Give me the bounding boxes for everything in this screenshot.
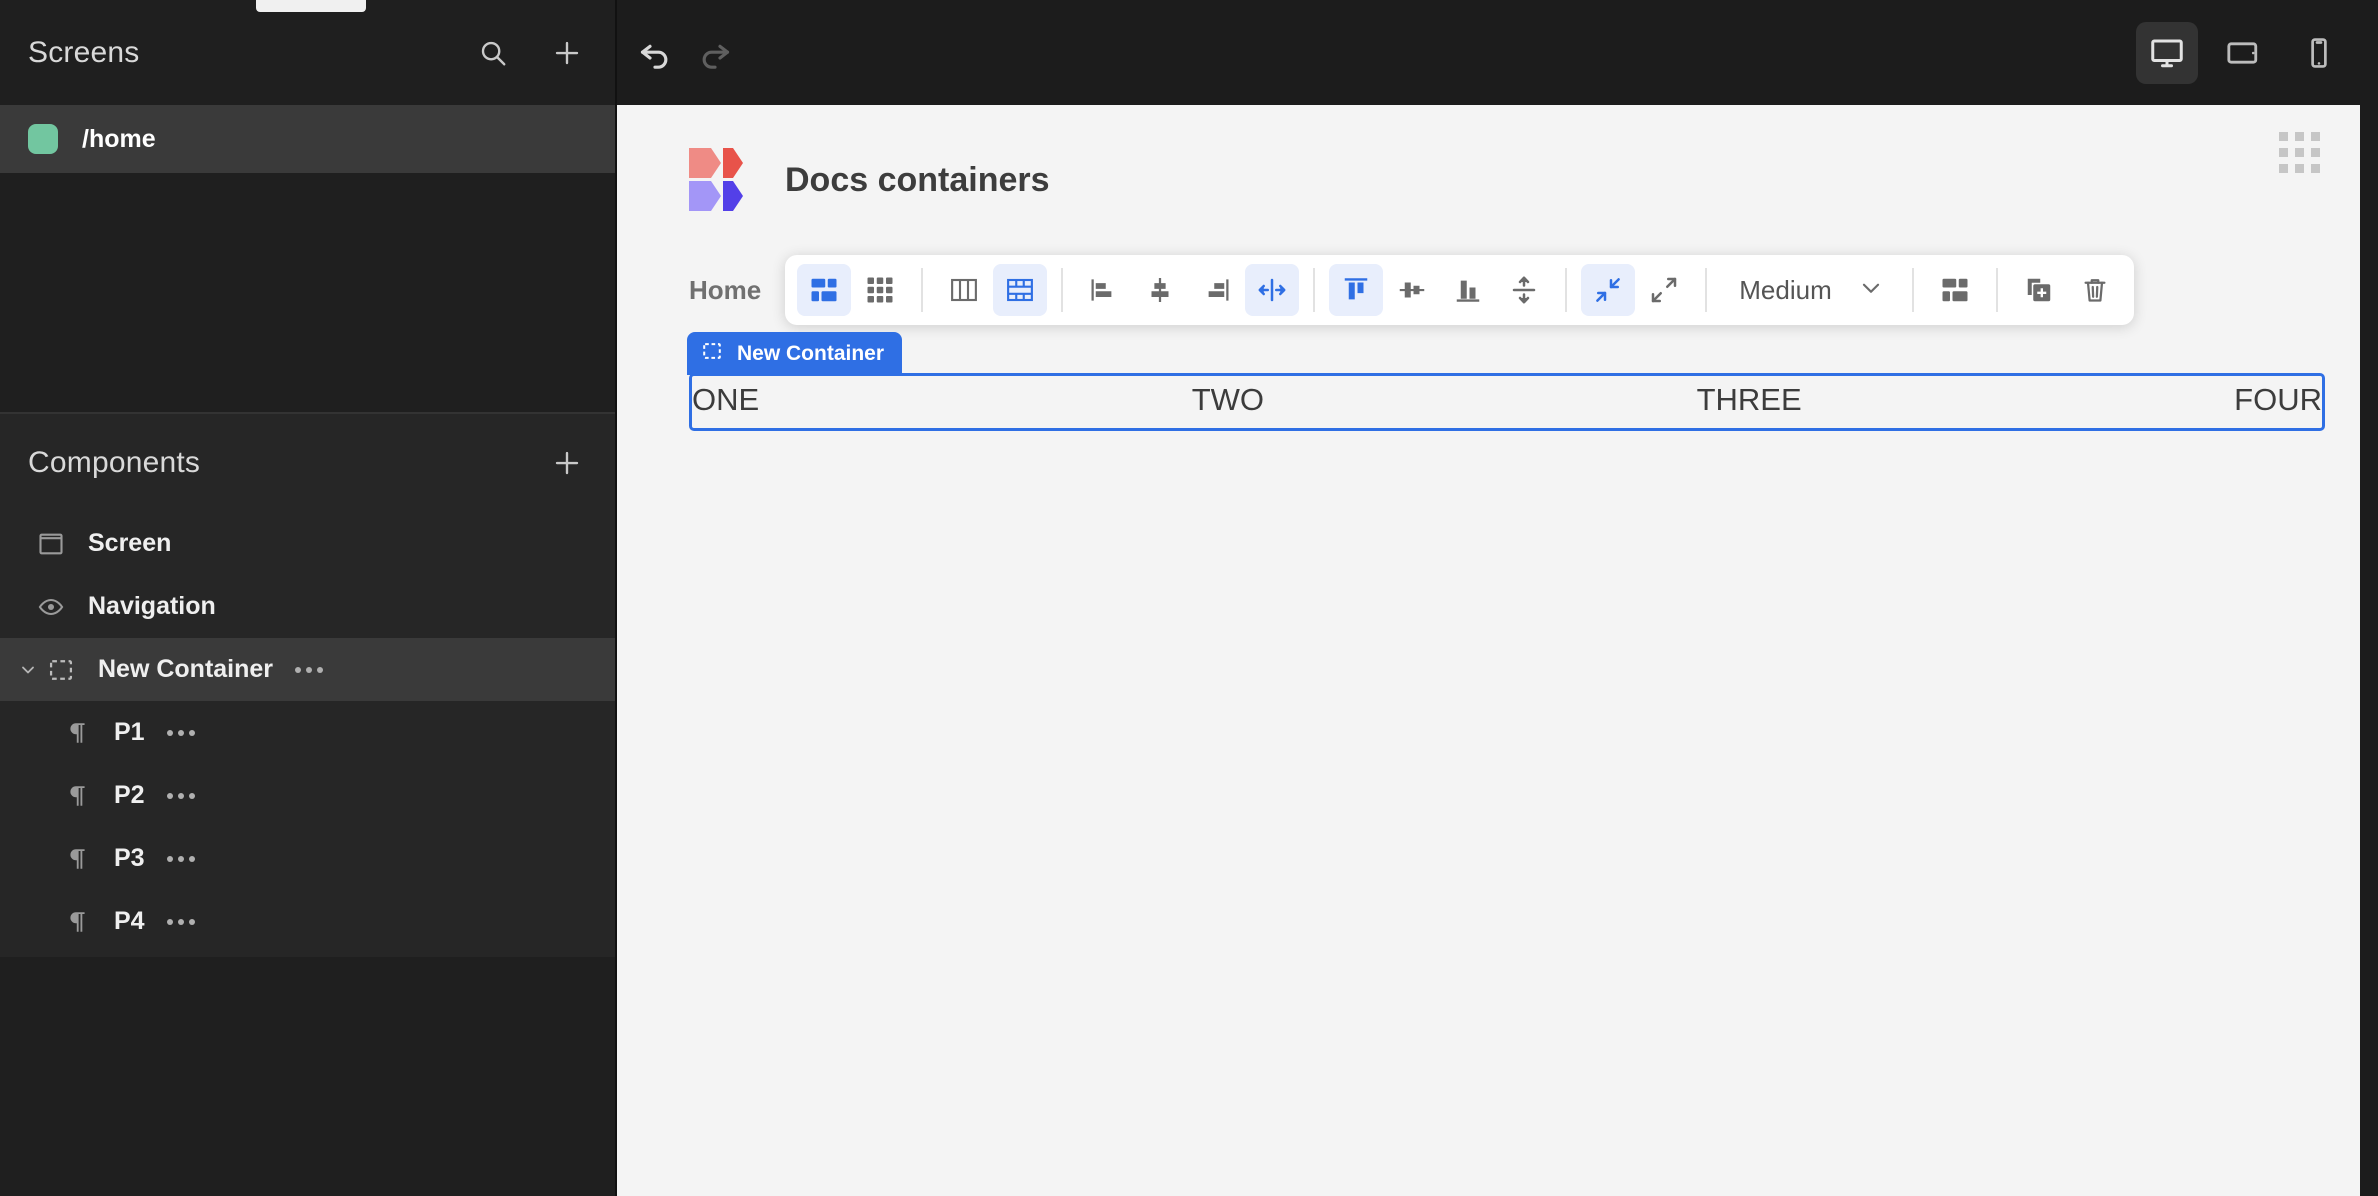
desktop-view-button[interactable]: [2136, 21, 2198, 84]
design-canvas[interactable]: Docs containers Home Medium New Containe…: [617, 105, 2360, 1196]
toolbar-separator: [1911, 268, 1914, 312]
justify-start-button[interactable]: [1077, 264, 1131, 316]
tree-item-label: P4: [114, 907, 145, 935]
app-brand: Docs containers: [617, 105, 2360, 213]
search-icon[interactable]: [473, 33, 513, 73]
page-title: Docs containers: [785, 160, 1050, 199]
toolbar-separator: [1061, 268, 1064, 312]
grid-dots-icon[interactable]: [2279, 132, 2320, 173]
toolbar-row: Home Medium: [617, 213, 2360, 325]
chevron-down-icon: [1858, 275, 1884, 306]
layout-toolbar: Medium: [785, 255, 2134, 325]
align-top-button[interactable]: [1329, 264, 1384, 316]
window-tab-indicator: [256, 0, 366, 12]
main-area: Docs containers Home Medium New Containe…: [617, 0, 2378, 1196]
components-panel: Components Screen Navigation New Contain…: [0, 414, 615, 957]
justify-center-button[interactable]: [1133, 264, 1187, 316]
spacing-size-value: Medium: [1739, 274, 1832, 305]
screen-status-dot: [28, 124, 58, 154]
justify-space-between-button[interactable]: [1245, 264, 1300, 316]
paragraph-icon: [60, 779, 94, 813]
component-tree: Screen Navigation New Container P1 P2 P3…: [0, 512, 615, 957]
paragraph-icon: [60, 842, 94, 876]
tree-item-label: New Container: [98, 655, 274, 683]
redo-icon[interactable]: [695, 33, 735, 73]
sidebar-item-home[interactable]: /home: [0, 105, 615, 173]
tree-item-menu-icon[interactable]: [166, 729, 195, 736]
layout-grid-button[interactable]: [853, 264, 907, 316]
screen-icon: [34, 527, 68, 561]
undo-icon[interactable]: [635, 33, 675, 73]
list-item[interactable]: FOUR: [2234, 376, 2322, 424]
selected-container[interactable]: New Container ONE TWO THREE FOUR: [687, 332, 2325, 431]
screens-list: /home: [0, 105, 615, 173]
add-screen-plus-icon[interactable]: [547, 33, 587, 73]
tablet-view-button[interactable]: [2212, 22, 2274, 84]
breadcrumb: Home: [689, 274, 762, 305]
container-children: ONE TWO THREE FOUR: [689, 373, 2325, 431]
canvas-wrapper: Docs containers Home Medium New Containe…: [617, 105, 2378, 1196]
sidebar-empty-space: [0, 957, 615, 1196]
tree-item-label: P3: [114, 844, 145, 872]
selection-badge[interactable]: New Container: [687, 332, 903, 375]
component-layout-button[interactable]: [1928, 264, 1982, 316]
delete-button[interactable]: [2068, 264, 2122, 316]
add-component-plus-icon[interactable]: [547, 443, 587, 483]
spacing-size-select[interactable]: Medium: [1721, 264, 1897, 316]
tree-item-p3[interactable]: P3: [0, 827, 615, 890]
list-item[interactable]: THREE: [1697, 376, 1802, 424]
tree-item-label: P2: [114, 781, 145, 809]
container-icon: [44, 653, 78, 687]
toolbar-separator: [921, 268, 924, 312]
tree-item-p2[interactable]: P2: [0, 764, 615, 827]
toolbar-separator: [1313, 268, 1316, 312]
screens-panel-header: Screens: [0, 0, 615, 105]
app-root: Screens /home Components Screen Navigati…: [0, 0, 2378, 1196]
editor-topbar: [617, 0, 2378, 105]
layout-flex-button[interactable]: [797, 264, 852, 316]
paragraph-icon: [60, 716, 94, 750]
tree-item-menu-icon[interactable]: [166, 792, 195, 799]
paragraph-icon: [60, 905, 94, 939]
tree-item-screen[interactable]: Screen: [0, 512, 615, 575]
shrink-button[interactable]: [1581, 264, 1636, 316]
list-item[interactable]: ONE: [692, 376, 759, 424]
direction-column-button[interactable]: [937, 264, 991, 316]
tree-item-label: Navigation: [88, 592, 216, 620]
duplicate-button[interactable]: [2012, 264, 2066, 316]
tree-item-new-container[interactable]: New Container: [0, 638, 615, 701]
screen-label: /home: [82, 124, 156, 153]
align-middle-button[interactable]: [1385, 264, 1439, 316]
justify-end-button[interactable]: [1189, 264, 1243, 316]
toolbar-separator: [1995, 268, 1998, 312]
tree-item-label: P1: [114, 718, 145, 746]
toolbar-separator: [1705, 268, 1708, 312]
align-stretch-button[interactable]: [1497, 264, 1551, 316]
tree-item-menu-icon[interactable]: [166, 855, 195, 862]
left-sidebar: Screens /home Components Screen Navigati…: [0, 0, 617, 1196]
screens-panel-title: Screens: [28, 35, 140, 69]
chevron-down-icon[interactable]: [12, 660, 44, 680]
app-logo-icon: [689, 147, 757, 213]
selection-badge-label: New Container: [737, 341, 885, 365]
components-panel-title: Components: [28, 446, 201, 479]
align-bottom-button[interactable]: [1441, 264, 1495, 316]
tree-item-label: Screen: [88, 529, 172, 557]
tree-item-p4[interactable]: P4: [0, 890, 615, 953]
container-icon: [701, 340, 723, 367]
toolbar-separator: [1565, 268, 1568, 312]
tree-item-menu-icon[interactable]: [166, 918, 195, 925]
grow-button[interactable]: [1637, 264, 1691, 316]
tree-item-navigation[interactable]: Navigation: [0, 575, 615, 638]
mobile-view-button[interactable]: [2288, 22, 2350, 84]
tree-item-menu-icon[interactable]: [295, 666, 324, 673]
list-item[interactable]: TWO: [1192, 376, 1264, 424]
tree-item-p1[interactable]: P1: [0, 701, 615, 764]
components-panel-header: Components: [0, 414, 615, 512]
eye-icon: [34, 590, 68, 624]
screens-empty-space: [0, 173, 615, 412]
direction-row-button[interactable]: [993, 264, 1048, 316]
